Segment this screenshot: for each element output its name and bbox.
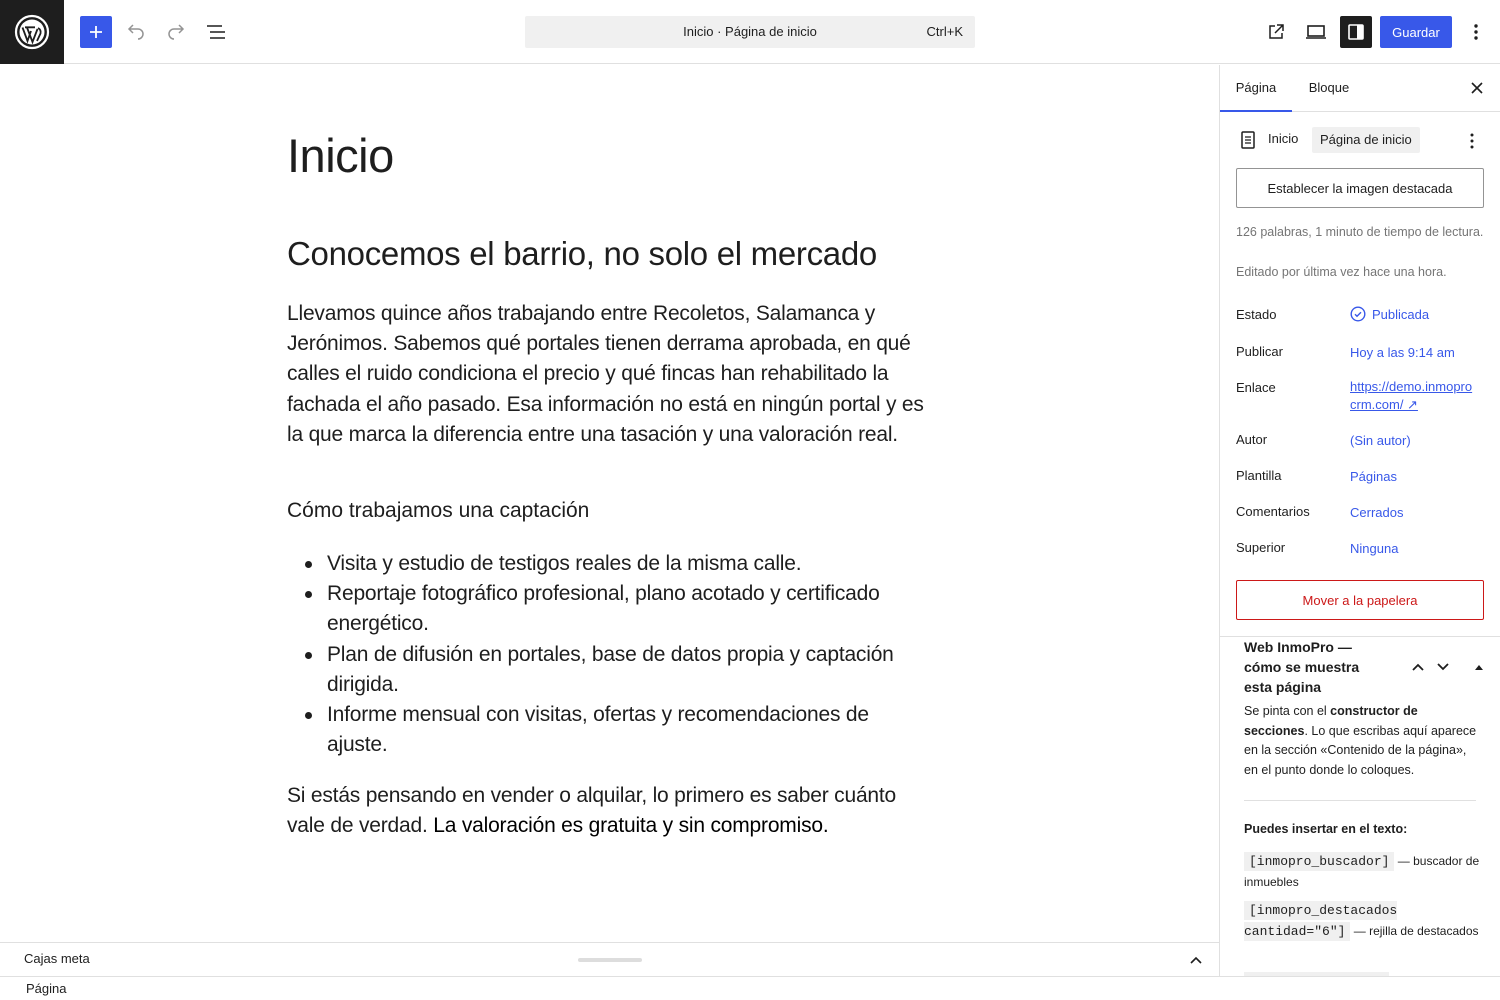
- shortcode-item-partial: [1244, 972, 1389, 976]
- redo-button[interactable]: [160, 16, 192, 48]
- undo-icon: [127, 24, 144, 40]
- more-vertical-icon[interactable]: [1462, 131, 1482, 151]
- move-up-button[interactable]: [1408, 657, 1428, 677]
- chevron-up-icon: [1412, 663, 1424, 671]
- heading-block[interactable]: Conocemos el barrio, no solo el mercado: [287, 235, 877, 273]
- list-view-icon: [207, 25, 225, 39]
- page-summary: Inicio Página de inicio: [1236, 127, 1486, 153]
- permalink-link[interactable]: https://demo.inmoprocrm.com/ ↗: [1350, 378, 1475, 414]
- editor-app: Inicio · Página de inicio Ctrl+K Guardar…: [0, 0, 1500, 1000]
- wordpress-icon: [14, 14, 50, 50]
- divider: [1244, 800, 1476, 801]
- template-label: Plantilla: [1236, 468, 1282, 483]
- paragraph-block[interactable]: Llevamos quince años trabajando entre Re…: [287, 299, 927, 450]
- list-item[interactable]: Plan de difusión en portales, base de da…: [287, 640, 927, 700]
- desc-text: Se pinta con el: [1244, 704, 1331, 718]
- shortcode-code[interactable]: [inmopro_buscador]: [1244, 852, 1395, 871]
- caret-up-icon: [1475, 665, 1483, 670]
- meta-boxes-bar[interactable]: Cajas meta: [0, 942, 1219, 976]
- settings-sidebar: Página Bloque Inicio Página de inicio Es…: [1219, 65, 1500, 976]
- parent-label: Superior: [1236, 540, 1286, 555]
- published-check-icon: [1350, 306, 1366, 322]
- add-block-button[interactable]: [80, 16, 112, 48]
- meta-boxes-label: Cajas meta: [24, 951, 90, 966]
- options-button[interactable]: [1460, 16, 1492, 48]
- document-overview-button[interactable]: [200, 16, 232, 48]
- list-block[interactable]: Visita y estudio de testigos reales de l…: [287, 549, 927, 760]
- author-button[interactable]: (Sin autor): [1350, 432, 1475, 450]
- word-count-stats: 126 palabras, 1 minuto de tiempo de lect…: [1236, 225, 1484, 239]
- post-title[interactable]: Inicio: [287, 128, 394, 183]
- insert-label: Puedes insertar en el texto:: [1244, 822, 1408, 836]
- settings-toggle-button[interactable]: [1340, 16, 1372, 48]
- redo-icon: [168, 24, 185, 40]
- list-item[interactable]: Reportaje fotográfico profesional, plano…: [287, 579, 927, 639]
- last-edited: Editado por última vez hace una hora.: [1236, 265, 1447, 279]
- author-label: Autor: [1236, 432, 1268, 447]
- status-value-button[interactable]: Publicada: [1350, 306, 1475, 324]
- sidebar-tabs: Página Bloque: [1220, 65, 1500, 112]
- close-icon: [1471, 82, 1483, 94]
- comments-button[interactable]: Cerrados: [1350, 504, 1475, 522]
- save-button[interactable]: Guardar: [1380, 16, 1452, 48]
- publish-date-button[interactable]: Hoy a las 9:14 am: [1350, 344, 1475, 362]
- toggle-panel-button[interactable]: [1469, 657, 1489, 677]
- block-breadcrumb-bar: Página: [0, 976, 1500, 1000]
- keyboard-shortcut: Ctrl+K: [926, 24, 963, 39]
- sidebar-icon: [1348, 24, 1364, 40]
- shortcode-desc: — rejilla de destacados: [1350, 924, 1479, 938]
- move-to-trash-button[interactable]: Mover a la papelera: [1236, 580, 1484, 620]
- plus-icon: [90, 26, 102, 38]
- metabox-title: Web InmoPro — cómo se muestra esta págin…: [1244, 639, 1360, 695]
- undo-button[interactable]: [120, 16, 152, 48]
- closing-paragraph-block[interactable]: Si estás pensando en vender o alquilar, …: [287, 781, 927, 841]
- shortcode-item: [inmopro_destacados cantidad="6"] — reji…: [1244, 900, 1480, 942]
- subheading-block[interactable]: Cómo trabajamos una captación: [287, 499, 589, 523]
- more-vertical-icon: [1474, 24, 1478, 40]
- chevron-up-icon: [1190, 956, 1202, 964]
- page-icon: [1241, 131, 1255, 149]
- shortcode-item: [inmopro_buscador] — buscador de inmuebl…: [1244, 851, 1480, 893]
- document-title: Inicio · Página de inicio: [683, 24, 817, 39]
- resize-handle[interactable]: [578, 958, 642, 962]
- view-page-button[interactable]: [1260, 16, 1292, 48]
- editor-canvas[interactable]: Inicio Conocemos el barrio, no solo el m…: [0, 65, 1219, 942]
- breadcrumb[interactable]: Página: [26, 981, 66, 996]
- chevron-down-icon: [1437, 663, 1449, 671]
- closing-strong-text: La valoración es gratuita y sin compromi…: [433, 814, 829, 838]
- front-page-badge: Página de inicio: [1312, 127, 1420, 153]
- parent-button[interactable]: Ninguna: [1350, 540, 1475, 558]
- list-item[interactable]: Visita y estudio de testigos reales de l…: [287, 549, 927, 579]
- close-sidebar-button[interactable]: [1467, 78, 1487, 98]
- template-button[interactable]: Páginas: [1350, 468, 1475, 486]
- set-featured-image-button[interactable]: Establecer la imagen destacada: [1236, 168, 1484, 208]
- tab-block[interactable]: Bloque: [1306, 65, 1352, 112]
- publish-label: Publicar: [1236, 344, 1283, 359]
- expand-meta-boxes-button[interactable]: [1185, 949, 1207, 971]
- page-name: Inicio: [1268, 131, 1299, 146]
- tab-page[interactable]: Página: [1220, 65, 1292, 112]
- metabox-description: Se pinta con el constructor de secciones…: [1244, 702, 1480, 780]
- top-toolbar: Inicio · Página de inicio Ctrl+K Guardar: [0, 0, 1500, 64]
- command-palette-bar[interactable]: Inicio · Página de inicio Ctrl+K: [525, 16, 975, 48]
- preview-button[interactable]: [1300, 16, 1332, 48]
- comments-label: Comentarios: [1236, 504, 1310, 519]
- link-label: Enlace: [1236, 380, 1276, 395]
- status-label: Estado: [1236, 307, 1277, 322]
- external-link-icon: [1269, 24, 1284, 39]
- move-down-button[interactable]: [1433, 657, 1453, 677]
- desktop-icon: [1306, 25, 1326, 39]
- list-item[interactable]: Informe mensual con visitas, ofertas y r…: [287, 700, 927, 760]
- wordpress-logo-button[interactable]: [0, 0, 64, 64]
- status-value: Publicada: [1372, 307, 1430, 322]
